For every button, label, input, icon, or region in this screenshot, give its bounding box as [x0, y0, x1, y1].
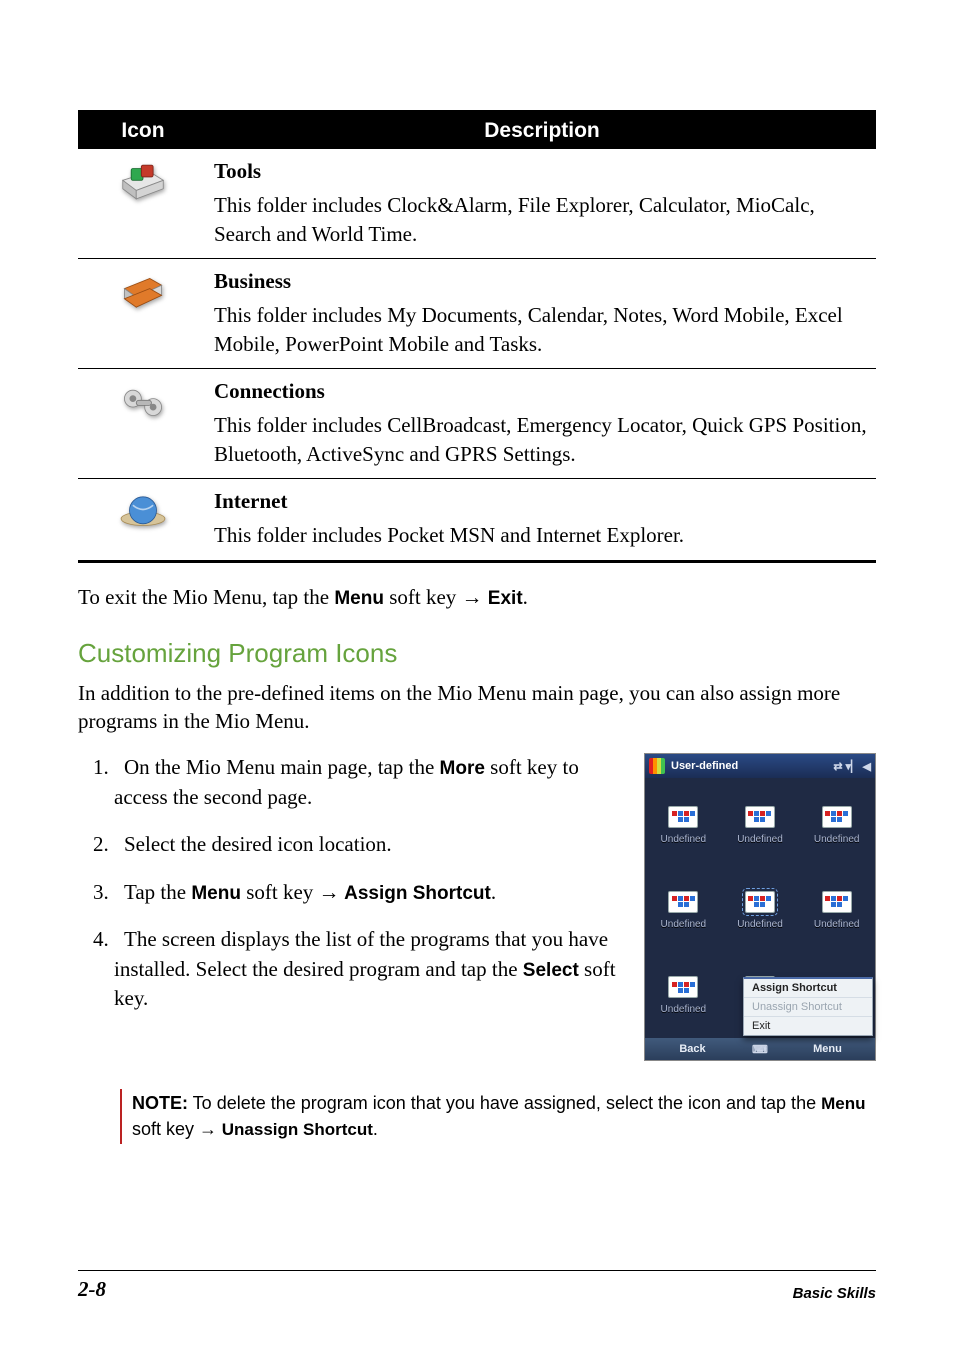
- speaker-icon: ◀: [863, 760, 871, 773]
- grid-icon: [668, 806, 698, 828]
- start-logo-icon[interactable]: [649, 758, 665, 774]
- grid-icon: [822, 806, 852, 828]
- grid-icon: [745, 806, 775, 828]
- heading-customizing: Customizing Program Icons: [78, 638, 876, 669]
- table-row: Connections This folder includes CellBro…: [78, 369, 876, 479]
- table-row: Tools This folder includes Clock&Alarm, …: [78, 149, 876, 259]
- menu-exit[interactable]: Exit: [744, 1017, 872, 1035]
- shortcut-cell[interactable]: Undefined: [645, 953, 722, 1038]
- business-icon: [116, 265, 170, 319]
- connections-icon: [116, 375, 170, 429]
- internet-icon-cell: [78, 479, 208, 562]
- steps-list: On the Mio Menu main page, tap the More …: [78, 753, 644, 1031]
- internet-icon: [116, 485, 170, 539]
- business-icon-cell: [78, 259, 208, 369]
- shortcut-cell[interactable]: Undefined: [798, 868, 875, 953]
- note-box: NOTE: To delete the program icon that yo…: [120, 1089, 876, 1143]
- folder-title: Connections: [214, 377, 870, 405]
- scr-title: User-defined: [671, 760, 833, 772]
- footer-section: Basic Skills: [793, 1285, 876, 1302]
- folder-desc: This folder includes Pocket MSN and Inte…: [214, 521, 870, 549]
- intro-paragraph: In addition to the pre-defined items on …: [78, 679, 876, 736]
- grid-icon: [668, 891, 698, 913]
- exit-instruction: To exit the Mio Menu, tap the Menu soft …: [78, 585, 876, 610]
- tools-icon: [116, 155, 170, 209]
- sync-icon: ⇄: [833, 760, 842, 773]
- col-header-description: Description: [208, 112, 876, 150]
- table-row: Business This folder includes My Documen…: [78, 259, 876, 369]
- folder-description-table: Icon Description Tools This folder inclu…: [78, 110, 876, 563]
- step-1: On the Mio Menu main page, tap the More …: [114, 753, 626, 812]
- folder-title: Business: [214, 267, 870, 295]
- note-label: NOTE:: [132, 1093, 188, 1113]
- softkey-back[interactable]: Back: [645, 1043, 740, 1055]
- signal-icon: ▾▏: [846, 760, 860, 773]
- grid-icon: [822, 891, 852, 913]
- shortcut-cell-selected[interactable]: Undefined: [722, 868, 799, 953]
- folder-title: Tools: [214, 157, 870, 185]
- context-menu: Assign Shortcut Unassign Shortcut Exit: [743, 977, 873, 1036]
- connections-icon-cell: [78, 369, 208, 479]
- folder-desc: This folder includes CellBroadcast, Emer…: [214, 411, 870, 468]
- scr-titlebar: User-defined ⇄ ▾▏ ◀: [645, 754, 875, 778]
- soft-key-bar: Back ⌨ Menu: [645, 1038, 875, 1060]
- tools-icon-cell: [78, 149, 208, 259]
- device-screenshot: User-defined ⇄ ▾▏ ◀ Undefined Undefined …: [644, 753, 876, 1061]
- table-row: Internet This folder includes Pocket MSN…: [78, 479, 876, 562]
- page-number: 2-8: [78, 1277, 106, 1302]
- shortcut-cell[interactable]: Undefined: [722, 782, 799, 867]
- step-3: Tap the Menu soft key → Assign Shortcut.: [114, 878, 626, 908]
- page-footer: 2-8 Basic Skills: [78, 1270, 876, 1302]
- folder-desc: This folder includes Clock&Alarm, File E…: [214, 191, 870, 248]
- keyboard-icon[interactable]: ⌨: [740, 1043, 780, 1056]
- arrow-icon: →: [199, 1119, 217, 1139]
- shortcut-cell[interactable]: Undefined: [645, 868, 722, 953]
- folder-title: Internet: [214, 487, 870, 515]
- grid-icon: [668, 976, 698, 998]
- shortcut-grid: Undefined Undefined Undefined Undefined …: [645, 778, 875, 1038]
- col-header-icon: Icon: [78, 112, 208, 150]
- arrow-icon: →: [319, 880, 340, 904]
- menu-unassign-shortcut[interactable]: Unassign Shortcut: [744, 998, 872, 1017]
- grid-icon: [745, 891, 775, 913]
- arrow-icon: →: [462, 585, 483, 609]
- step-4: The screen displays the list of the prog…: [114, 925, 626, 1013]
- softkey-menu[interactable]: Menu: [780, 1043, 875, 1055]
- folder-desc: This folder includes My Documents, Calen…: [214, 301, 870, 358]
- shortcut-cell[interactable]: Undefined: [645, 782, 722, 867]
- shortcut-cell[interactable]: Undefined: [798, 782, 875, 867]
- status-icons: ⇄ ▾▏ ◀: [833, 760, 871, 773]
- step-2: Select the desired icon location.: [114, 830, 626, 859]
- menu-assign-shortcut[interactable]: Assign Shortcut: [744, 979, 872, 998]
